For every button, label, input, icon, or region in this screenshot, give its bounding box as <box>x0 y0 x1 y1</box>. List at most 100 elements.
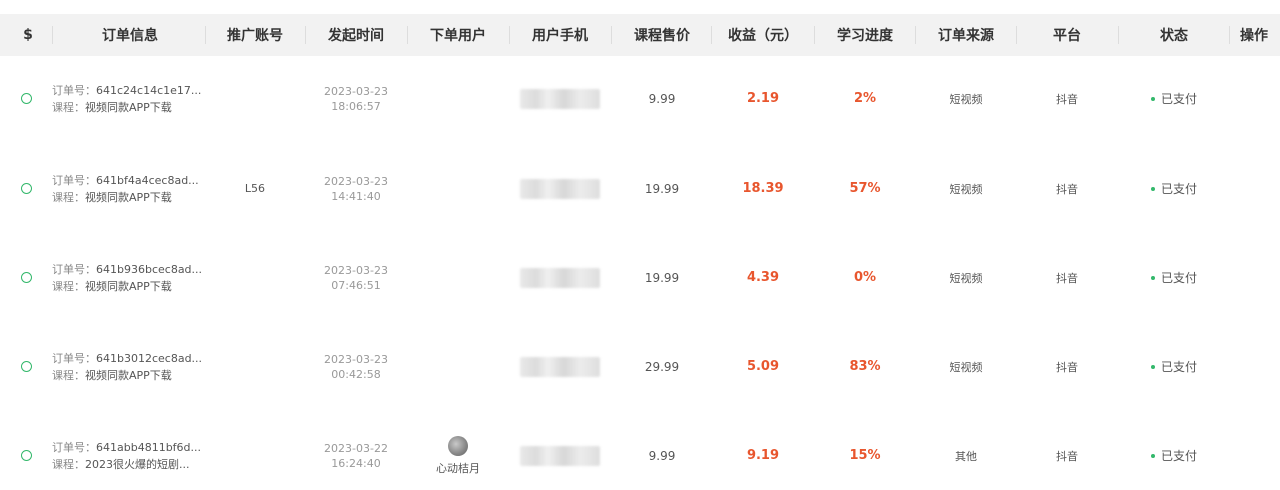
radio-circle-icon[interactable] <box>20 450 32 461</box>
col-platform: 平台 <box>1053 28 1081 44</box>
order-user <box>408 54 508 143</box>
course-name: 视频同款APP下载 <box>85 368 172 382</box>
course-price: 19.99 <box>644 181 680 196</box>
table-row: 订单号：641b3012cec8ad... 课程：视频同款APP下载 2023-… <box>0 322 1280 411</box>
blurred-phone <box>520 445 600 466</box>
row-select-radio[interactable] <box>18 233 34 322</box>
status-badge: 已支付 <box>1119 144 1229 233</box>
status-dot-icon <box>1150 96 1155 101</box>
order-user <box>408 233 508 322</box>
col-course-price: 课程售价 <box>634 28 690 44</box>
user-phone-redacted <box>510 322 610 411</box>
radio-circle-icon[interactable] <box>20 272 32 283</box>
course-price: 9.99 <box>648 91 676 106</box>
order-source: 短视频 <box>949 182 983 196</box>
promo-account <box>206 322 304 411</box>
start-date: 2023-03-23 <box>324 84 388 98</box>
promo-account <box>206 233 304 322</box>
status-dot-icon <box>1150 186 1155 191</box>
table-row: 订单号：641b936bcec8ad... 课程：视频同款APP下载 2023-… <box>0 233 1280 322</box>
order-user[interactable]: 心动桔月 <box>408 411 508 490</box>
order-no-label: 订单号： <box>52 173 96 187</box>
col-order-info: 订单信息 <box>102 28 158 44</box>
status-text: 已支付 <box>1160 449 1197 463</box>
course-label: 课程： <box>52 100 85 114</box>
col-actions: 操作 <box>1240 28 1268 44</box>
radio-circle-icon[interactable] <box>20 93 32 104</box>
table-row: 订单号：641abb4811bf6d... 课程：2023很火爆的短剧... 2… <box>0 411 1280 490</box>
platform: 抖音 <box>1056 271 1078 285</box>
row-select-radio[interactable] <box>18 54 34 143</box>
start-clock: 18:06:57 <box>331 99 381 113</box>
course-name: 2023很火爆的短剧... <box>85 457 190 471</box>
platform: 抖音 <box>1056 92 1078 106</box>
course-price: 9.99 <box>648 448 676 463</box>
radio-circle-icon[interactable] <box>20 361 32 372</box>
table-row: 订单号：641bf4a4cec8ad... 课程：视频同款APP下载 L56 2… <box>0 144 1280 233</box>
order-user <box>408 144 508 233</box>
order-source: 短视频 <box>949 92 983 106</box>
status-dot-icon <box>1150 364 1155 369</box>
start-date: 2023-03-23 <box>324 263 388 277</box>
learning-progress: 0% <box>853 270 877 285</box>
col-status: 状态 <box>1160 28 1188 44</box>
learning-progress: 15% <box>849 448 881 463</box>
user-phone-redacted <box>510 233 610 322</box>
avatar[interactable] <box>448 435 468 456</box>
col-progress: 学习进度 <box>837 28 893 44</box>
earnings: 2.19 <box>746 91 780 106</box>
start-date: 2023-03-22 <box>324 441 388 455</box>
radio-circle-icon[interactable] <box>20 183 32 194</box>
col-user-phone: 用户手机 <box>532 28 588 44</box>
order-no-label: 订单号： <box>52 262 96 276</box>
status-text: 已支付 <box>1160 360 1197 374</box>
table-row: 订单号：641c24c14c1e17... 课程：视频同款APP下载 2023-… <box>0 54 1280 143</box>
order-source: 短视频 <box>949 271 983 285</box>
start-clock: 16:24:40 <box>331 456 381 470</box>
learning-progress: 2% <box>853 91 877 106</box>
user-phone-redacted <box>510 144 610 233</box>
order-no: 641b3012cec8ad... <box>96 351 203 365</box>
row-select-radio[interactable] <box>18 411 34 490</box>
row-select-radio[interactable] <box>18 144 34 233</box>
blurred-phone <box>520 356 600 377</box>
user-nickname: 心动桔月 <box>436 461 480 475</box>
row-select-radio[interactable] <box>18 322 34 411</box>
status-text: 已支付 <box>1160 92 1197 106</box>
platform: 抖音 <box>1056 360 1078 374</box>
user-phone-redacted <box>510 54 610 143</box>
course-label: 课程： <box>52 279 85 293</box>
start-time: 2023-03-23 07:46:51 <box>306 233 406 322</box>
status-text: 已支付 <box>1160 271 1197 285</box>
start-date: 2023-03-23 <box>324 174 388 188</box>
status-badge: 已支付 <box>1119 411 1229 490</box>
header-divider <box>1229 26 1230 44</box>
orders-table: $ 订单信息 推广账号 发起时间 下单用户 用户手机 课程售价 收益（元） 学习… <box>0 0 1280 490</box>
user-phone-redacted <box>510 411 610 490</box>
learning-progress: 83% <box>849 359 881 374</box>
earnings: 5.09 <box>746 359 780 374</box>
blurred-phone <box>520 88 600 109</box>
col-promo-account: 推广账号 <box>227 28 283 44</box>
order-info: 订单号：641b936bcec8ad... 课程：视频同款APP下载 <box>52 233 212 322</box>
earnings: 9.19 <box>746 448 780 463</box>
order-info: 订单号：641bf4a4cec8ad... 课程：视频同款APP下载 <box>52 144 212 233</box>
course-name: 视频同款APP下载 <box>85 279 172 293</box>
start-clock: 14:41:40 <box>331 189 381 203</box>
order-no: 641abb4811bf6d... <box>96 440 202 454</box>
blurred-phone <box>520 267 600 288</box>
course-label: 课程： <box>52 457 85 471</box>
earnings: 4.39 <box>746 270 780 285</box>
col-order-user: 下单用户 <box>430 28 486 44</box>
col-start-time: 发起时间 <box>328 28 384 44</box>
status-badge: 已支付 <box>1119 54 1229 143</box>
earnings: 18.39 <box>742 181 784 196</box>
order-source: 短视频 <box>949 360 983 374</box>
course-name: 视频同款APP下载 <box>85 190 172 204</box>
promo-account: L56 <box>244 182 266 195</box>
course-label: 课程： <box>52 368 85 382</box>
col-order-source: 订单来源 <box>938 28 994 44</box>
learning-progress: 57% <box>849 181 881 196</box>
order-no-label: 订单号： <box>52 83 96 97</box>
start-time: 2023-03-22 16:24:40 <box>306 411 406 490</box>
